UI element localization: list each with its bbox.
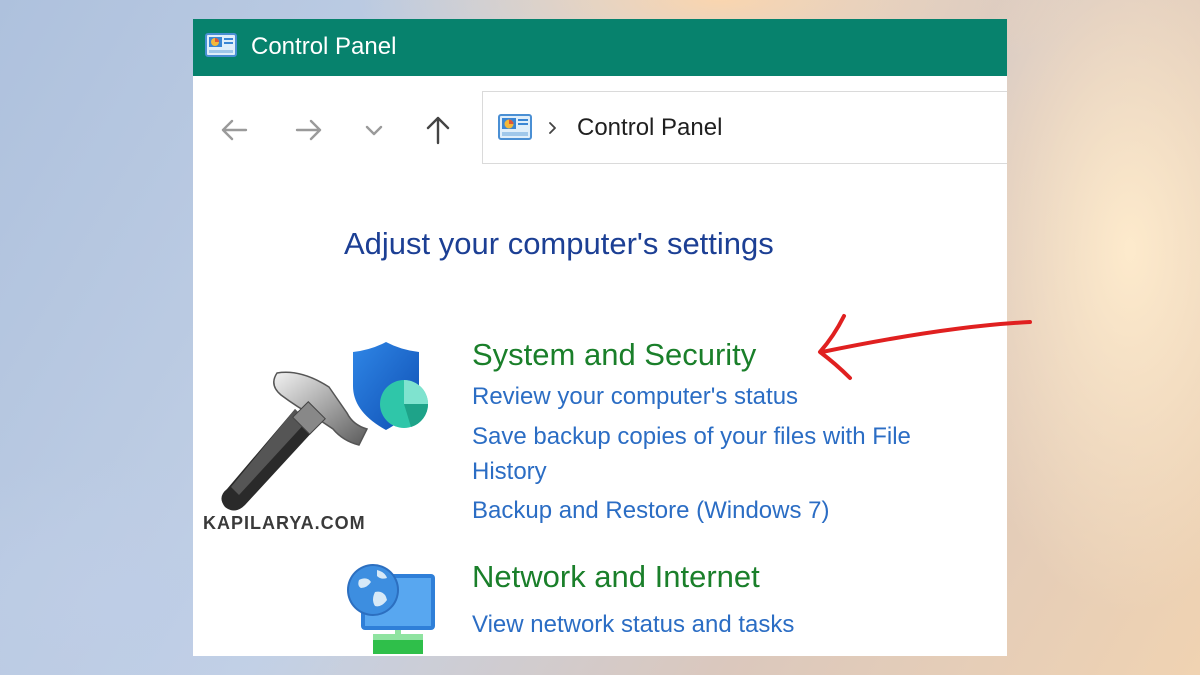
hammer-icon — [221, 371, 369, 511]
link-view-network-status[interactable]: View network status and tasks — [472, 609, 794, 641]
page-heading: Adjust your computer's settings — [344, 226, 774, 261]
arrow-right-icon[interactable] — [292, 113, 326, 147]
chevron-right-icon[interactable] — [547, 120, 559, 136]
address-bar[interactable]: Control Panel — [482, 91, 1007, 164]
arrow-left-icon[interactable] — [217, 113, 251, 147]
link-file-history[interactable]: Save backup copies of your files with Fi… — [472, 421, 911, 453]
category-network-and-internet[interactable]: Network and Internet — [472, 558, 760, 596]
red-arrow-icon — [818, 314, 1032, 380]
watermark-text: KAPILARYA.COM — [203, 513, 366, 533]
window-title: Control Panel — [251, 33, 397, 60]
link-backup-and-restore[interactable]: Backup and Restore (Windows 7) — [472, 495, 830, 527]
network-globe-icon — [347, 564, 435, 654]
control-panel-icon — [498, 114, 532, 140]
chevron-down-icon[interactable] — [357, 113, 391, 147]
title-bar: Control Panel — [193, 19, 1007, 76]
breadcrumb-location[interactable]: Control Panel — [577, 112, 722, 144]
arrow-up-icon[interactable] — [421, 113, 455, 147]
link-review-computer-status[interactable]: Review your computer's status — [472, 381, 798, 413]
category-system-and-security[interactable]: System and Security — [472, 336, 756, 374]
link-file-history-continued[interactable]: History — [472, 456, 547, 488]
control-panel-app-icon — [205, 33, 237, 57]
